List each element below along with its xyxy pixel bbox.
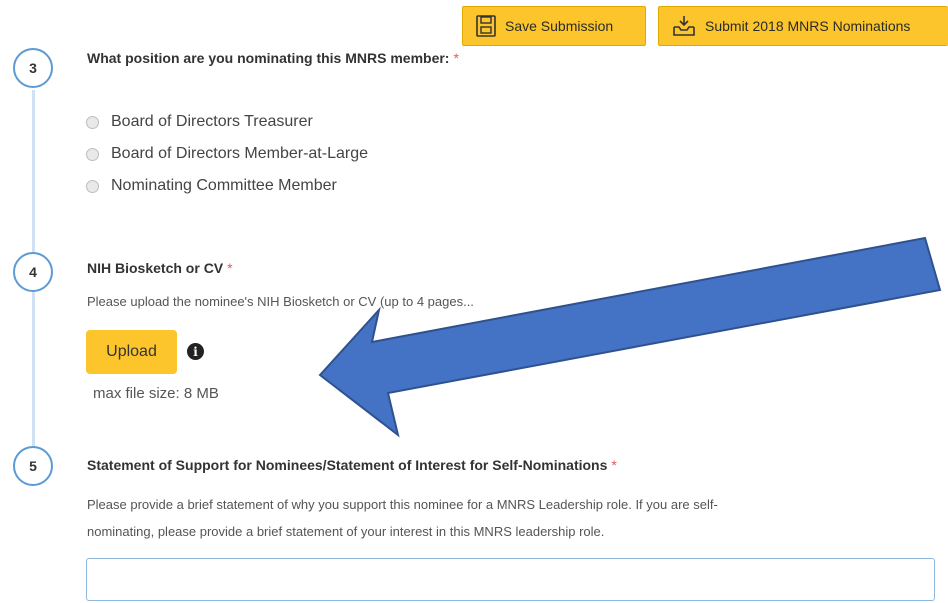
submit-nominations-button[interactable]: Submit 2018 MNRS Nominations — [658, 6, 948, 46]
info-glyph: i — [193, 344, 198, 359]
radio-option-member-at-large[interactable]: Board of Directors Member-at-Large — [86, 145, 368, 163]
radio-button[interactable] — [86, 147, 99, 161]
biosketch-help-text: Please upload the nominee's NIH Biosketc… — [87, 294, 474, 309]
required-marker: * — [611, 457, 617, 473]
timeline-line — [32, 90, 35, 260]
max-file-size-text: max file size: 8 MB — [93, 385, 219, 402]
step-5-marker: 5 — [13, 446, 53, 486]
arrow-shape — [318, 236, 942, 438]
radio-label: Board of Directors Treasurer — [111, 113, 313, 130]
statement-help-line-2: nominating, please provide a brief state… — [87, 524, 605, 539]
radio-option-treasurer[interactable]: Board of Directors Treasurer — [86, 113, 313, 131]
radio-label: Board of Directors Member-at-Large — [111, 145, 368, 162]
step-number: 5 — [29, 458, 37, 474]
timeline-line — [32, 290, 35, 448]
upload-button[interactable]: Upload — [86, 330, 177, 374]
required-marker: * — [453, 50, 459, 66]
info-icon[interactable]: i — [187, 343, 204, 360]
radio-option-nominating-committee[interactable]: Nominating Committee Member — [86, 177, 337, 195]
radio-button[interactable] — [86, 115, 99, 129]
submit-nominations-label: Submit 2018 MNRS Nominations — [705, 18, 911, 34]
save-disk-icon — [475, 14, 497, 38]
step-number: 3 — [29, 60, 37, 76]
statement-text-input[interactable] — [86, 558, 935, 601]
question-position-title: What position are you nominating this MN… — [87, 50, 459, 66]
question-statement-title: Statement of Support for Nominees/Statem… — [87, 457, 617, 473]
radio-label: Nominating Committee Member — [111, 177, 337, 194]
step-number: 4 — [29, 264, 37, 280]
question-title-text: What position are you nominating this MN… — [87, 50, 450, 66]
step-4-marker: 4 — [13, 252, 53, 292]
save-submission-label: Save Submission — [505, 18, 614, 34]
save-submission-button[interactable]: Save Submission — [462, 6, 646, 46]
question-title-text: NIH Biosketch or CV — [87, 260, 224, 276]
radio-button[interactable] — [86, 179, 99, 193]
upload-label: Upload — [106, 343, 157, 360]
inbox-download-icon — [671, 14, 697, 38]
statement-help-line-1: Please provide a brief statement of why … — [87, 497, 718, 512]
step-3-marker: 3 — [13, 48, 53, 88]
required-marker: * — [227, 260, 233, 276]
question-title-text: Statement of Support for Nominees/Statem… — [87, 457, 608, 473]
top-toolbar: Save Submission Submit 2018 MNRS Nominat… — [0, 0, 948, 50]
question-biosketch-title: NIH Biosketch or CV * — [87, 260, 233, 276]
